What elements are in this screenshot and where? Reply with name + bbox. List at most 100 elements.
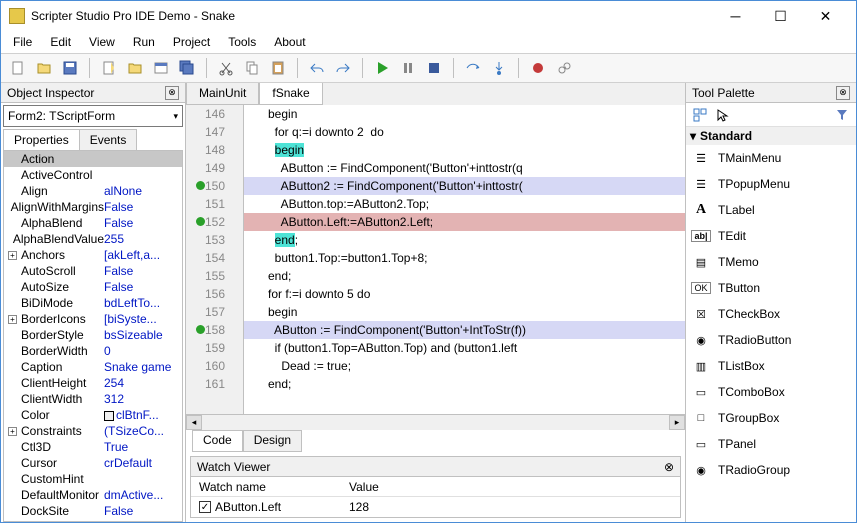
palette-item[interactable]: □TGroupBox <box>686 405 856 431</box>
scroll-right-icon[interactable]: ▸ <box>669 415 685 430</box>
property-row[interactable]: Ctl3DTrue <box>4 439 182 455</box>
palette-item[interactable]: ☰TPopupMenu <box>686 171 856 197</box>
property-row[interactable]: DefaultMonitordmActive... <box>4 487 182 503</box>
palette-item[interactable]: ◉TRadioButton <box>686 327 856 353</box>
pause-button[interactable] <box>397 57 419 79</box>
gutter[interactable]: 1461471481491501511521531541551561571581… <box>186 105 244 414</box>
palette-cursor-icon[interactable] <box>712 105 732 125</box>
tab-fsnake[interactable]: fSnake <box>259 83 322 105</box>
palette-item[interactable]: ▭TComboBox <box>686 379 856 405</box>
tab-mainunit[interactable]: MainUnit <box>186 83 259 105</box>
save-button[interactable] <box>59 57 81 79</box>
palette-categories-icon[interactable] <box>690 105 710 125</box>
palette-item[interactable]: OKTButton <box>686 275 856 301</box>
palette-item[interactable]: ▭TPanel <box>686 431 856 457</box>
property-grid[interactable]: ActionActiveControlAlignalNoneAlignWithM… <box>3 151 183 522</box>
menu-tools[interactable]: Tools <box>220 32 264 52</box>
property-row[interactable]: BorderWidth0 <box>4 343 182 359</box>
open-button[interactable] <box>33 57 55 79</box>
component-icon: ▤ <box>690 251 712 273</box>
run-button[interactable] <box>371 57 393 79</box>
menu-about[interactable]: About <box>266 32 313 52</box>
tab-events[interactable]: Events <box>79 129 138 150</box>
property-row[interactable]: DockSiteFalse <box>4 503 182 519</box>
property-row[interactable]: BiDiModebdLeftTo... <box>4 295 182 311</box>
watch-button[interactable] <box>553 57 575 79</box>
maximize-button[interactable]: ☐ <box>758 2 803 30</box>
palette-item-label: TListBox <box>718 359 765 373</box>
palette-category[interactable]: ▾ Standard <box>686 127 856 145</box>
property-row[interactable]: Action <box>4 151 182 167</box>
property-row[interactable]: AlphaBlendFalse <box>4 215 182 231</box>
watch-checkbox[interactable]: ✓ <box>199 501 211 513</box>
new-project-button[interactable] <box>98 57 120 79</box>
watch-col-name[interactable]: Watch name <box>191 477 341 496</box>
code-editor[interactable]: 1461471481491501511521531541551561571581… <box>186 105 685 414</box>
open-project-button[interactable] <box>124 57 146 79</box>
pin-icon[interactable]: ⊗ <box>664 460 674 474</box>
palette-item[interactable]: ab|TEdit <box>686 223 856 249</box>
palette-filter-icon[interactable] <box>832 105 852 125</box>
palette-item[interactable]: ☰TMainMenu <box>686 145 856 171</box>
palette-item[interactable]: ☒ TCheckBox <box>686 301 856 327</box>
property-row[interactable]: +Anchors[akLeft,a... <box>4 247 182 263</box>
breakpoint-button[interactable] <box>527 57 549 79</box>
property-row[interactable]: CaptionSnake game <box>4 359 182 375</box>
property-row[interactable]: CursorcrDefault <box>4 455 182 471</box>
component-icon: ☰ <box>690 173 712 195</box>
tab-design[interactable]: Design <box>243 430 302 452</box>
property-row[interactable]: AutoScrollFalse <box>4 263 182 279</box>
property-row[interactable]: BorderStylebsSizeable <box>4 327 182 343</box>
close-button[interactable]: ✕ <box>803 2 848 30</box>
palette-item[interactable]: ▤TMemo <box>686 249 856 275</box>
step-into-button[interactable] <box>488 57 510 79</box>
palette-item-label: TCheckBox <box>718 307 780 321</box>
component-icon: ▥ <box>690 355 712 377</box>
property-row[interactable]: ActiveControl <box>4 167 182 183</box>
scroll-left-icon[interactable]: ◂ <box>186 415 202 430</box>
menu-project[interactable]: Project <box>165 32 218 52</box>
new-unit-button[interactable] <box>7 57 29 79</box>
property-row[interactable]: ClientWidth312 <box>4 391 182 407</box>
redo-button[interactable] <box>332 57 354 79</box>
minimize-button[interactable]: ─ <box>713 2 758 30</box>
property-row[interactable]: AlignalNone <box>4 183 182 199</box>
component-icon: ab| <box>690 225 712 247</box>
property-row[interactable]: AutoSizeFalse <box>4 279 182 295</box>
menu-file[interactable]: File <box>5 32 40 52</box>
copy-button[interactable] <box>241 57 263 79</box>
property-row[interactable]: +BorderIcons[biSyste... <box>4 311 182 327</box>
property-row[interactable]: +Constraints(TSizeCo... <box>4 423 182 439</box>
property-row[interactable]: AlignWithMarginsFalse <box>4 199 182 215</box>
save-all-button[interactable] <box>176 57 198 79</box>
paste-button[interactable] <box>267 57 289 79</box>
stop-button[interactable] <box>423 57 445 79</box>
watch-col-value[interactable]: Value <box>341 477 387 496</box>
pin-icon[interactable]: ⊗ <box>836 86 850 100</box>
step-over-button[interactable] <box>462 57 484 79</box>
menu-edit[interactable]: Edit <box>42 32 79 52</box>
horizontal-scrollbar[interactable]: ◂ ▸ <box>186 414 685 430</box>
menu-view[interactable]: View <box>81 32 123 52</box>
pin-icon[interactable]: ⊗ <box>165 86 179 100</box>
cut-button[interactable] <box>215 57 237 79</box>
property-row[interactable]: ClientHeight254 <box>4 375 182 391</box>
property-row[interactable]: AlphaBlendValue255 <box>4 231 182 247</box>
palette-item-label: TGroupBox <box>718 411 779 425</box>
component-icon: A <box>690 199 712 221</box>
undo-button[interactable] <box>306 57 328 79</box>
property-row[interactable]: CustomHint <box>4 471 182 487</box>
component-combo[interactable]: Form2: TScriptForm ▾ <box>3 105 183 127</box>
palette-item[interactable]: ATLabel <box>686 197 856 223</box>
palette-item[interactable]: ◉TRadioGroup <box>686 457 856 483</box>
titlebar: Scripter Studio Pro IDE Demo - Snake ─ ☐… <box>1 1 856 31</box>
tab-properties[interactable]: Properties <box>3 129 80 150</box>
component-icon: ☒ <box>690 303 712 325</box>
tab-code[interactable]: Code <box>192 430 243 452</box>
menu-run[interactable]: Run <box>125 32 163 52</box>
new-form-button[interactable] <box>150 57 172 79</box>
code-lines[interactable]: begin for q:=i downto 2 do begin AButton… <box>244 105 685 414</box>
property-row[interactable]: ColorclBtnF... <box>4 407 182 423</box>
watch-row[interactable]: ✓AButton.Left128 <box>191 497 680 517</box>
palette-item[interactable]: ▥ TListBox <box>686 353 856 379</box>
